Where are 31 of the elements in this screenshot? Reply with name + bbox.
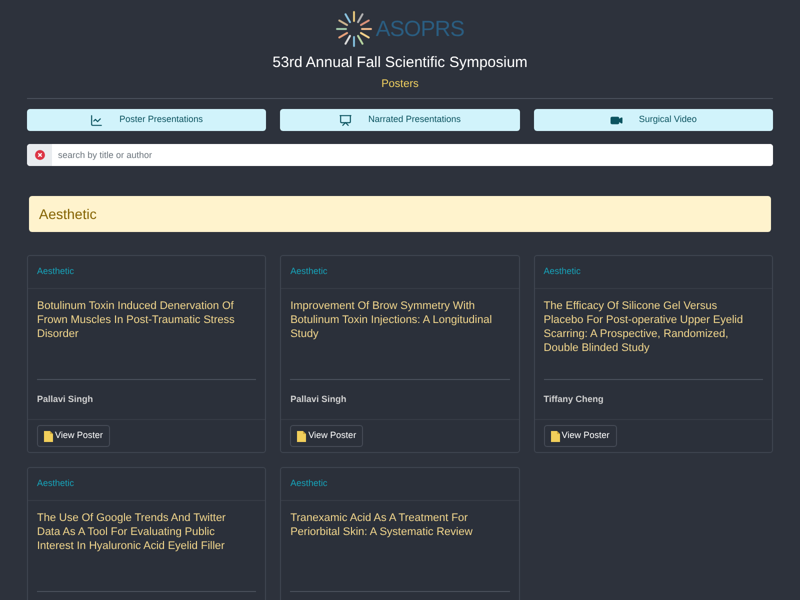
file-icon — [297, 430, 306, 442]
poster-title: The Use Of Google Trends And Twitter Data As A Tool For Evaluating Public Interest In Hyaluronic Acid Eyelid Filler — [37, 511, 227, 553]
section-header: Aesthetic — [29, 196, 771, 232]
chart-icon — [90, 114, 104, 126]
logo-text: ASOPRS — [376, 15, 464, 43]
author-name: Pallavi Singh — [37, 392, 94, 406]
poster-title: Improvement Of Brow Symmetry With Botulinum Toxin Injections: A Longitudinal Study — [290, 299, 493, 341]
poster-title: The Efficacy Of Silicone Gel Versus Placebo For Post-operative Upper Eyelid Scarring: A Prospective, Randomized, Double Blinded Study — [544, 299, 744, 355]
nav-button[interactable]: Narrated Presentations — [280, 109, 520, 131]
category-label: Aesthetic — [290, 265, 328, 278]
video-camera-icon — [610, 114, 623, 126]
view-poster-button[interactable]: View Poster — [37, 425, 110, 447]
page-title: 53rd Annual Fall Scientific Symposium — [272, 53, 528, 73]
poster-title: Botulinum Toxin Induced Denervation Of Frown Muscles In Post-Traumatic Stress Disorder — [37, 299, 236, 341]
nav-button[interactable]: Surgical Video — [534, 109, 773, 131]
author-name: Tiffany Cheng — [544, 392, 604, 406]
nav-button[interactable]: Poster Presentations — [27, 109, 266, 131]
page-subtitle: Posters — [381, 77, 419, 92]
poster-title: Tranexamic Acid As A Treatment For Periorbital Skin: A Systematic Review — [290, 511, 474, 539]
category-label: Aesthetic — [37, 477, 74, 490]
clear-icon[interactable] — [34, 150, 44, 160]
presentation-icon — [339, 114, 352, 126]
category-label: Aesthetic — [290, 477, 328, 490]
category-label: Aesthetic — [37, 265, 74, 278]
view-poster-button[interactable]: View Poster — [544, 425, 617, 447]
sunburst-logo-icon — [336, 10, 372, 46]
author-name: Pallavi Singh — [290, 392, 346, 406]
file-icon — [44, 430, 53, 442]
category-label: Aesthetic — [544, 265, 581, 278]
view-poster-button[interactable]: View Poster — [290, 425, 364, 447]
file-icon — [550, 430, 560, 442]
